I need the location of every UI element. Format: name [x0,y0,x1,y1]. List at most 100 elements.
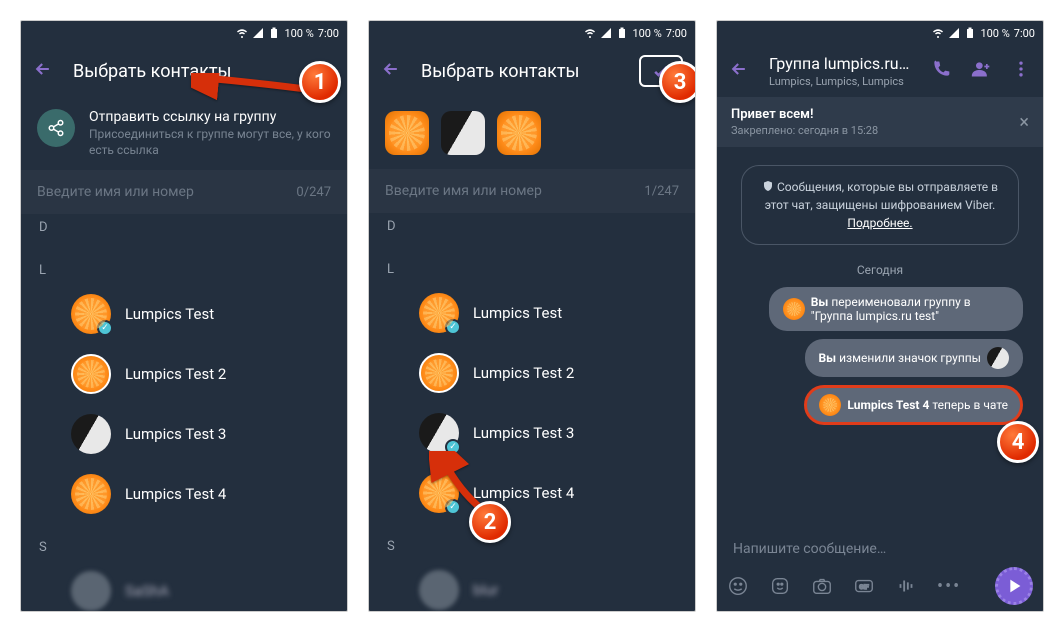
check-icon: ✓ [97,320,113,336]
section-d: D [369,213,695,240]
search-bar[interactable]: Введите имя или номер 0/247 [21,170,347,214]
battery-icon [268,27,280,39]
contact-row[interactable]: ✓ Lumpics Test 4 [369,463,695,523]
page-title: Выбрать контакты [421,61,619,82]
section-l: L [369,256,695,283]
counter: 0/247 [296,185,331,200]
contact-name: Lumpics Test 3 [125,425,226,443]
enc-text: Сообщения, которые вы отправляете в этот… [765,180,998,212]
pinned-title: Привет всем! [731,107,878,122]
system-message-highlighted: Lumpics Test 4 теперь в чате [804,385,1023,425]
avatar-icon [987,347,1009,369]
check-icon: ✓ [445,319,461,335]
camera-icon[interactable] [811,575,833,597]
enc-more-link[interactable]: Подробнее. [847,216,912,230]
contact-name: Lumpics Test [125,305,214,323]
signal-icon [600,27,612,39]
msg-text: теперь в чате [929,398,1008,412]
contact-row[interactable]: blur [369,560,695,612]
battery-icon [964,27,976,39]
selected-avatar[interactable] [497,111,541,155]
wifi-icon [236,27,248,39]
contact-row[interactable]: Lumpics Test 4 [21,464,347,524]
sticker-icon[interactable] [769,575,791,597]
contact-name: SaShA [125,582,169,600]
section-l: L [21,257,347,284]
callout-1: 1 [299,61,341,103]
status-bar: 100 % 7:00 [21,21,347,45]
more-icon[interactable] [1011,59,1031,83]
contact-row[interactable]: Lumpics Test 3 [21,404,347,464]
screen-select-contacts-1: 100 % 7:00 Выбрать контакты Отправить сс… [20,20,348,612]
shield-icon [762,180,774,192]
chat-title[interactable]: Группа lumpics.ru… [769,54,911,73]
contact-row[interactable]: ✓ Lumpics Test 3 [369,403,695,463]
avatar [419,353,459,393]
search-bar[interactable]: Введите имя или номер 1/247 [369,169,695,213]
msg-bold: Lumpics Test 4 [847,398,929,412]
callout-3: 3 [659,61,696,103]
selected-avatar[interactable] [441,111,485,155]
battery-text: 100 % [980,27,1009,40]
selected-avatar[interactable] [385,111,429,155]
screen-select-contacts-2: 100 % 7:00 Выбрать контакты Введите имя … [368,20,696,612]
msg-text: переименовали группу в "Группа lumpics.r… [811,295,971,323]
back-icon[interactable] [33,59,53,83]
send-button[interactable] [995,567,1033,605]
time-text: 7:00 [318,27,339,40]
msg-bold: Вы [811,295,829,309]
svg-text:GIF: GIF [859,583,869,591]
contact-row[interactable]: Lumpics Test 2 [21,344,347,404]
avatar-icon [783,298,805,320]
avatar [71,414,111,454]
share-icon [37,109,75,147]
contact-name: Lumpics Test [473,304,562,322]
callout-2: 2 [469,501,511,543]
contact-row[interactable]: ✓ Lumpics Test [21,284,347,344]
gif-icon[interactable]: GIF [853,575,875,597]
status-bar: 100 % 7:00 [369,21,695,45]
contact-name: Lumpics Test 2 [125,365,226,383]
status-bar: 100 % 7:00 [717,21,1043,45]
app-bar: Выбрать контакты [369,45,695,97]
input-bar: Напишите сообщение… GIF ••• [717,533,1043,611]
voice-icon[interactable] [895,575,917,597]
section-s: S [369,533,695,560]
search-placeholder: Введите имя или номер [385,183,542,199]
contact-row[interactable]: ✓ Lumpics Test [369,283,695,343]
contact-row[interactable]: Lumpics Test 2 [369,343,695,403]
pinned-message[interactable]: Привет всем! Закреплено: сегодня в 15:28… [717,97,1043,147]
avatar [71,354,111,394]
add-user-icon[interactable] [971,59,991,83]
system-message: Вы изменили значок группы [805,339,1024,377]
system-message: Вы переименовали группу в "Группа lumpic… [769,287,1023,331]
section-d: D [21,214,347,241]
counter: 1/247 [644,184,679,199]
more-icon[interactable]: ••• [937,576,961,597]
avatar [419,570,459,610]
battery-text: 100 % [284,27,313,40]
avatar-icon [819,394,841,416]
back-icon[interactable] [381,59,401,83]
signal-icon [948,27,960,39]
signal-icon [252,27,264,39]
smiley-icon[interactable] [727,575,749,597]
pinned-sub: Закреплено: сегодня в 15:28 [731,124,878,137]
back-icon[interactable] [729,59,749,83]
call-icon[interactable] [931,59,951,83]
section-s: S [21,534,347,561]
contact-name: Lumpics Test 2 [473,364,574,382]
share-subtitle: Присоединиться к группе могут все, у ког… [89,127,331,158]
avatar: ✓ [71,294,111,334]
avatar: ✓ [419,413,459,453]
msg-bold: Вы [819,351,837,365]
search-placeholder: Введите имя или номер [37,184,194,200]
battery-text: 100 % [632,27,661,40]
avatar [71,571,111,611]
encryption-notice: Сообщения, которые вы отправляете в этот… [741,165,1019,245]
close-icon[interactable]: × [1019,112,1029,133]
contact-row[interactable]: SaShA [21,561,347,612]
message-input[interactable]: Напишите сообщение… [727,541,1033,557]
screen-group-chat: 100 % 7:00 Группа lumpics.ru… Lumpics, L… [716,20,1044,612]
contact-name: Lumpics Test 3 [473,424,574,442]
